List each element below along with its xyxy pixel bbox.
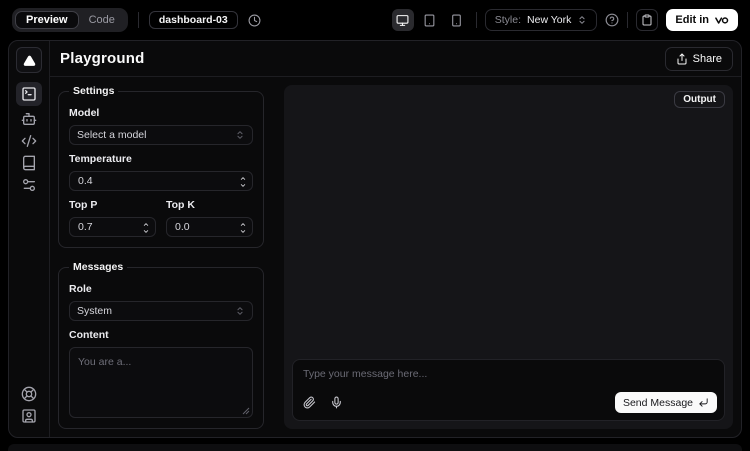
bot-icon: [21, 111, 37, 127]
temperature-label: Temperature: [69, 153, 253, 165]
code-icon: [21, 133, 37, 149]
divider: [476, 12, 477, 28]
chevrons-up-down-icon: [577, 15, 587, 25]
chevrons-up-down-icon: [235, 306, 245, 316]
book-icon: [21, 155, 37, 171]
style-select[interactable]: Style: New York: [485, 9, 598, 31]
monitor-icon[interactable]: [392, 9, 414, 31]
number-stepper-icon[interactable]: [239, 221, 247, 235]
resize-grip-icon[interactable]: [242, 407, 250, 415]
smartphone-icon[interactable]: [446, 9, 468, 31]
edit-in-v0-button[interactable]: Edit in: [666, 9, 738, 31]
temperature-input-wrap: [69, 171, 253, 191]
device-toggle-group: [392, 9, 468, 31]
top-toolbar: Preview Code dashboard-03 Style: New Yor…: [0, 0, 750, 40]
divider: [138, 12, 139, 28]
edit-in-label: Edit in: [675, 14, 709, 26]
main-content: Settings Model Select a model Temperatur…: [50, 77, 741, 437]
temperature-input[interactable]: [70, 175, 252, 187]
messages-fieldset: Messages Role System Content: [58, 261, 264, 429]
divider: [627, 12, 628, 28]
corner-down-left-icon: [698, 397, 709, 408]
v0-logo-icon: [714, 14, 729, 26]
square-user-icon: [21, 408, 37, 424]
chevrons-up-down-icon: [235, 130, 245, 140]
history-clock-icon[interactable]: [248, 14, 261, 27]
model-select-placeholder: Select a model: [77, 129, 146, 141]
style-select-label: Style:: [495, 14, 521, 26]
sidebar-item-settings[interactable]: [17, 174, 41, 196]
output-panel: Output Send Message: [284, 85, 733, 429]
page-title: Playground: [60, 50, 145, 67]
model-select[interactable]: Select a model: [69, 125, 253, 145]
top-p-k-row: Top P Top K: [69, 191, 253, 237]
output-badge: Output: [674, 91, 725, 108]
top-p-label: Top P: [69, 199, 156, 211]
message-input[interactable]: [303, 368, 714, 380]
square-terminal-icon: [21, 86, 37, 102]
sidebar-item-api[interactable]: [17, 130, 41, 152]
sidebar-item-documentation[interactable]: [17, 152, 41, 174]
toolbar-right: Style: New York Edit in: [392, 9, 738, 31]
sliders-icon: [21, 177, 37, 193]
sidebar-item-playground[interactable]: [16, 82, 42, 106]
messages-legend: Messages: [69, 261, 127, 273]
composer-actions: Send Message: [303, 392, 717, 413]
content-label: Content: [69, 329, 253, 341]
content-textarea[interactable]: [69, 347, 253, 418]
help-circle-icon[interactable]: [605, 13, 619, 27]
sidebar-item-help[interactable]: [17, 383, 41, 405]
clipboard-icon[interactable]: [636, 9, 658, 31]
top-k-input-wrap: [166, 217, 253, 237]
home-logo-button[interactable]: [16, 47, 42, 73]
mic-icon[interactable]: [330, 396, 343, 409]
app-preview-frame: Playground Share Settings Model Select a…: [8, 40, 742, 438]
role-select-value: System: [77, 305, 112, 317]
toolbar-left: Preview Code dashboard-03: [12, 8, 261, 32]
style-select-value: New York: [527, 14, 571, 26]
page-header: Playground Share: [50, 41, 741, 77]
top-p-input-wrap: [69, 217, 156, 237]
share-button[interactable]: Share: [665, 47, 733, 71]
number-stepper-icon[interactable]: [239, 175, 247, 189]
paperclip-icon[interactable]: [303, 396, 316, 409]
role-select[interactable]: System: [69, 301, 253, 321]
settings-fieldset: Settings Model Select a model Temperatur…: [58, 85, 264, 248]
top-k-label: Top K: [166, 199, 253, 211]
send-message-button[interactable]: Send Message: [615, 392, 717, 413]
tab-code[interactable]: Code: [79, 12, 125, 28]
share-icon: [676, 53, 688, 65]
triangle-icon: [23, 54, 36, 67]
number-stepper-icon[interactable]: [142, 221, 150, 235]
share-label: Share: [693, 53, 722, 65]
sidebar-item-account[interactable]: [17, 405, 41, 427]
model-label: Model: [69, 107, 253, 119]
life-buoy-icon: [21, 386, 37, 402]
tablet-icon[interactable]: [419, 9, 441, 31]
preview-code-tabs: Preview Code: [12, 8, 128, 32]
content-textarea-wrap: [69, 347, 253, 418]
sidebar-item-models[interactable]: [17, 108, 41, 130]
role-label: Role: [69, 283, 253, 295]
block-name-badge[interactable]: dashboard-03: [149, 11, 238, 29]
tab-preview[interactable]: Preview: [15, 11, 79, 29]
settings-column: Settings Model Select a model Temperatur…: [58, 85, 264, 429]
message-composer: Send Message: [292, 359, 725, 421]
send-message-label: Send Message: [623, 397, 693, 409]
icon-sidebar: [9, 41, 50, 437]
next-section-peek: [8, 444, 742, 451]
settings-legend: Settings: [69, 85, 118, 97]
